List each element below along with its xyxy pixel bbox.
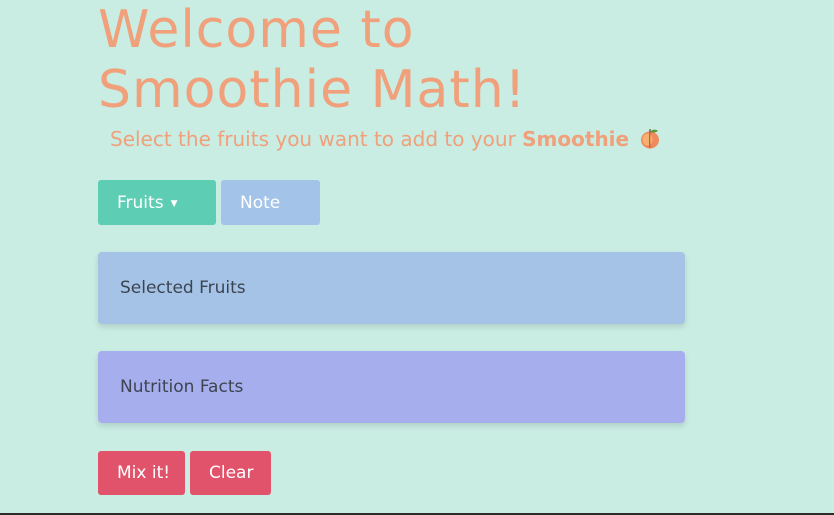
note-button[interactable]: Note	[221, 180, 320, 225]
fruits-dropdown-button[interactable]: Fruits ▼	[98, 180, 216, 225]
nutrition-facts-panel: Nutrition Facts	[98, 351, 685, 423]
peach-icon	[639, 127, 661, 149]
title-line-2: Smoothie Math!	[98, 60, 527, 120]
subtitle-text: Select the fruits you want to add to you…	[110, 127, 516, 151]
mix-button-label: Mix it!	[117, 463, 171, 483]
selected-fruits-panel: Selected Fruits	[98, 252, 685, 324]
fruits-button-label: Fruits	[117, 192, 164, 213]
title-line-1: Welcome to	[98, 0, 415, 60]
nutrition-facts-label: Nutrition Facts	[120, 377, 244, 397]
page: Welcome to Smoothie Math! Select the fru…	[0, 0, 834, 513]
subtitle: Select the fruits you want to add to you…	[110, 124, 661, 154]
caret-down-icon: ▼	[170, 199, 178, 209]
note-button-label: Note	[240, 192, 281, 213]
clear-button-label: Clear	[209, 463, 254, 483]
clear-button[interactable]: Clear	[190, 451, 271, 495]
selected-fruits-label: Selected Fruits	[120, 278, 246, 298]
page-title: Welcome to Smoothie Math!	[98, 0, 527, 120]
mix-button[interactable]: Mix it!	[98, 451, 185, 495]
subtitle-smoothie: Smoothie	[522, 127, 630, 151]
